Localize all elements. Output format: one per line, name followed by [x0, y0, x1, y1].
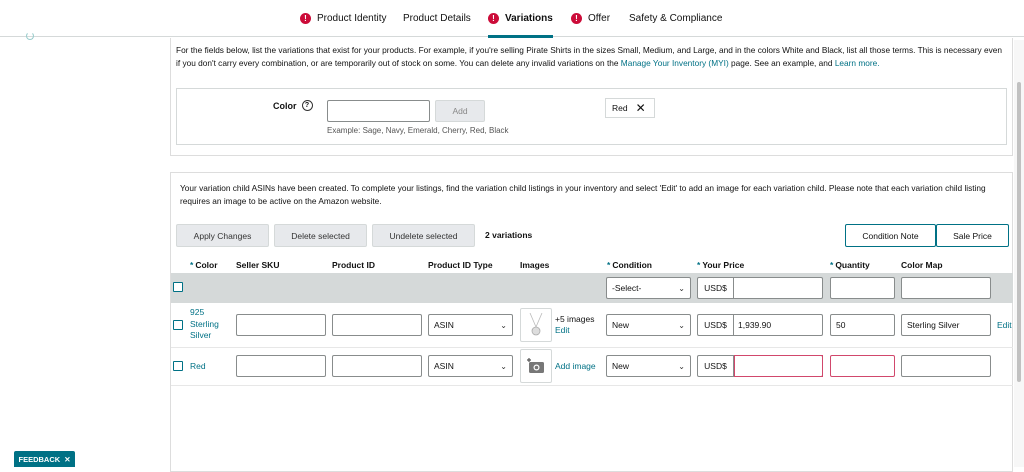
camera-add-icon	[527, 358, 544, 373]
apply-changes-button[interactable]: Apply Changes	[176, 224, 269, 247]
tab-label: Variations	[505, 13, 553, 24]
col-header-quantity: * Quantity	[830, 260, 870, 270]
bulk-color-map-input[interactable]	[901, 277, 991, 299]
col-header-images: Images	[520, 260, 550, 270]
variation-color-link[interactable]: Red	[190, 361, 206, 371]
bulk-quantity-input[interactable]	[830, 277, 895, 299]
tab-label: Offer	[588, 13, 611, 24]
product-id-type-select[interactable]: ASIN ⌄	[428, 355, 513, 377]
row-checkbox[interactable]	[173, 361, 183, 371]
col-header-condition: * Condition	[607, 260, 652, 270]
chevron-down-icon: ⌄	[678, 320, 685, 330]
variations-intro-text: For the fields below, list the variation…	[176, 45, 1002, 68]
tab-offer[interactable]: ! Offer	[571, 0, 610, 37]
currency-label: USD$	[698, 278, 734, 298]
tab-label: Product Details	[403, 13, 471, 24]
add-color-button[interactable]: Add	[435, 100, 485, 122]
row-divider	[171, 385, 1013, 386]
close-icon[interactable]: ✕	[636, 101, 646, 115]
product-id-input[interactable]	[332, 355, 422, 377]
bulk-condition-select[interactable]: -Select- ⌄	[606, 277, 691, 299]
price-input[interactable]: USD$ 1,939.90	[697, 314, 823, 336]
color-input[interactable]	[327, 100, 430, 122]
images-info: +5 images Edit	[555, 314, 594, 336]
price-value	[734, 355, 823, 377]
sidebar-spinner-icon	[26, 32, 34, 40]
condition-note-button[interactable]: Condition Note	[845, 224, 936, 247]
myi-link[interactable]: Manage Your Inventory (MYI)	[621, 58, 729, 68]
col-header-product-id-type: Product ID Type	[428, 260, 493, 270]
quantity-input[interactable]: 50	[830, 314, 895, 336]
tab-product-identity[interactable]: ! Product Identity	[300, 0, 386, 37]
col-header-your-price: * Your Price	[697, 260, 745, 270]
color-map-input[interactable]: Sterling Silver	[901, 314, 991, 336]
close-icon[interactable]: ✕	[64, 455, 70, 464]
color-label: Color?	[273, 100, 313, 111]
bulk-price-input[interactable]: USD$	[697, 277, 823, 299]
row-edit-link[interactable]: Edit	[997, 320, 1012, 330]
quantity-input[interactable]	[830, 355, 895, 377]
add-image-box[interactable]	[520, 349, 552, 383]
scrollbar-thumb[interactable]	[1017, 82, 1021, 382]
undelete-selected-button[interactable]: Undelete selected	[372, 224, 475, 247]
product-id-type-select[interactable]: ASIN ⌄	[428, 314, 513, 336]
tab-label: Product Identity	[317, 13, 387, 24]
product-id-input[interactable]	[332, 314, 422, 336]
learn-more-link[interactable]: Learn more.	[835, 58, 880, 68]
help-icon[interactable]: ?	[301, 100, 313, 111]
condition-select[interactable]: New ⌄	[606, 314, 691, 336]
sale-price-button[interactable]: Sale Price	[936, 224, 1009, 247]
product-thumbnail[interactable]	[520, 308, 552, 342]
chip-label: Red	[612, 103, 628, 113]
warning-icon: !	[488, 13, 499, 24]
color-map-input[interactable]	[901, 355, 991, 377]
chevron-down-icon: ⌄	[500, 361, 507, 371]
tab-label: Safety & Compliance	[629, 13, 723, 24]
col-header-color-map: Color Map	[901, 260, 943, 270]
chevron-down-icon: ⌄	[678, 361, 685, 371]
tab-safety-compliance[interactable]: Safety & Compliance	[629, 0, 722, 37]
col-header-product-id: Product ID	[332, 260, 375, 270]
row-checkbox[interactable]	[173, 320, 183, 330]
image-count: +5 images	[555, 314, 595, 324]
delete-selected-button[interactable]: Delete selected	[274, 224, 367, 247]
warning-icon: !	[300, 13, 311, 24]
col-header-color: * Color	[190, 260, 218, 270]
child-asin-notice: Your variation child ASINs have been cre…	[180, 183, 986, 206]
select-all-checkbox[interactable]	[173, 282, 183, 292]
color-theme-box	[176, 88, 1007, 145]
row-divider	[171, 347, 1013, 348]
chevron-down-icon: ⌄	[500, 320, 507, 330]
price-value: 1,939.90	[738, 320, 772, 330]
top-tab-nav: ! Product Identity Product Details ! Varia…	[0, 0, 1024, 38]
edit-images-link[interactable]: Edit	[555, 325, 570, 335]
condition-select[interactable]: New ⌄	[606, 355, 691, 377]
add-image-link[interactable]: Add image	[555, 361, 596, 371]
pendant-image-icon	[529, 313, 543, 336]
seller-sku-input[interactable]	[236, 355, 326, 377]
seller-sku-input[interactable]	[236, 314, 326, 336]
color-chip-red: Red ✕	[605, 98, 655, 118]
variation-count: 2 variations	[485, 230, 533, 240]
price-input[interactable]: USD$	[697, 355, 823, 377]
tab-product-details[interactable]: Product Details	[403, 0, 471, 37]
feedback-button[interactable]: FEEDBACK ✕	[14, 451, 75, 467]
warning-icon: !	[571, 13, 582, 24]
currency-label: USD$	[698, 356, 734, 376]
scrollbar[interactable]	[1014, 40, 1024, 467]
currency-label: USD$	[698, 315, 734, 335]
tab-variations[interactable]: ! Variations	[488, 0, 553, 38]
color-example-text: Example: Sage, Navy, Emerald, Cherry, Re…	[327, 126, 509, 135]
chevron-down-icon: ⌄	[678, 283, 685, 293]
variation-color-link[interactable]: 925 Sterling Silver	[190, 307, 219, 342]
col-header-seller-sku: Seller SKU	[236, 260, 280, 270]
